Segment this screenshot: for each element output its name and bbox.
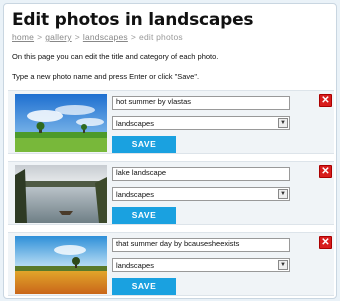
category-select[interactable]: landscapes ▼	[112, 258, 290, 272]
category-selected-value: landscapes	[116, 261, 154, 270]
dropdown-arrow-icon[interactable]: ▼	[278, 260, 288, 270]
breadcrumb-gallery[interactable]: gallery	[45, 32, 71, 42]
photo-row: that summer day by bcausesheexists lands…	[8, 232, 334, 296]
category-selected-value: landscapes	[116, 119, 154, 128]
intro-text-1: On this page you can edit the title and …	[12, 52, 219, 61]
breadcrumb-separator: >	[74, 32, 80, 42]
category-selected-value: landscapes	[116, 190, 154, 199]
photo-row: hot summer by vlastas landscapes ▼ SAVE …	[8, 90, 334, 154]
dropdown-arrow-icon[interactable]: ▼	[278, 118, 288, 128]
photo-thumbnail[interactable]	[15, 165, 107, 223]
photo-thumbnail[interactable]	[15, 94, 107, 152]
breadcrumb-home[interactable]: home	[12, 32, 34, 42]
breadcrumb-current: edit photos	[139, 32, 183, 42]
breadcrumb-landscapes[interactable]: landscapes	[83, 32, 128, 42]
category-select[interactable]: landscapes ▼	[112, 187, 290, 201]
photo-name-input[interactable]: that summer day by bcausesheexists	[112, 238, 290, 252]
photo-thumbnail[interactable]	[15, 236, 107, 294]
photo-name-input[interactable]: hot summer by vlastas	[112, 96, 290, 110]
edit-photos-panel: Edit photos in landscapes home > gallery > l…	[3, 3, 337, 299]
breadcrumb-separator: >	[130, 32, 137, 42]
delete-photo-icon[interactable]: ✕	[319, 94, 332, 107]
dropdown-arrow-icon[interactable]: ▼	[278, 189, 288, 199]
save-button[interactable]: SAVE	[112, 136, 176, 153]
delete-photo-icon[interactable]: ✕	[319, 165, 332, 178]
intro-text-2: Type a new photo name and press Enter or…	[12, 72, 200, 81]
delete-photo-icon[interactable]: ✕	[319, 236, 332, 249]
photo-name-input[interactable]: lake landscape	[112, 167, 290, 181]
page-title: Edit photos in landscapes	[12, 10, 254, 30]
breadcrumb-separator: >	[37, 32, 43, 42]
breadcrumb: home > gallery > landscapes > edit photos	[12, 32, 183, 42]
category-select[interactable]: landscapes ▼	[112, 116, 290, 130]
photo-row: lake landscape landscapes ▼ SAVE ✕	[8, 161, 334, 225]
save-button[interactable]: SAVE	[112, 207, 176, 224]
save-button[interactable]: SAVE	[112, 278, 176, 295]
